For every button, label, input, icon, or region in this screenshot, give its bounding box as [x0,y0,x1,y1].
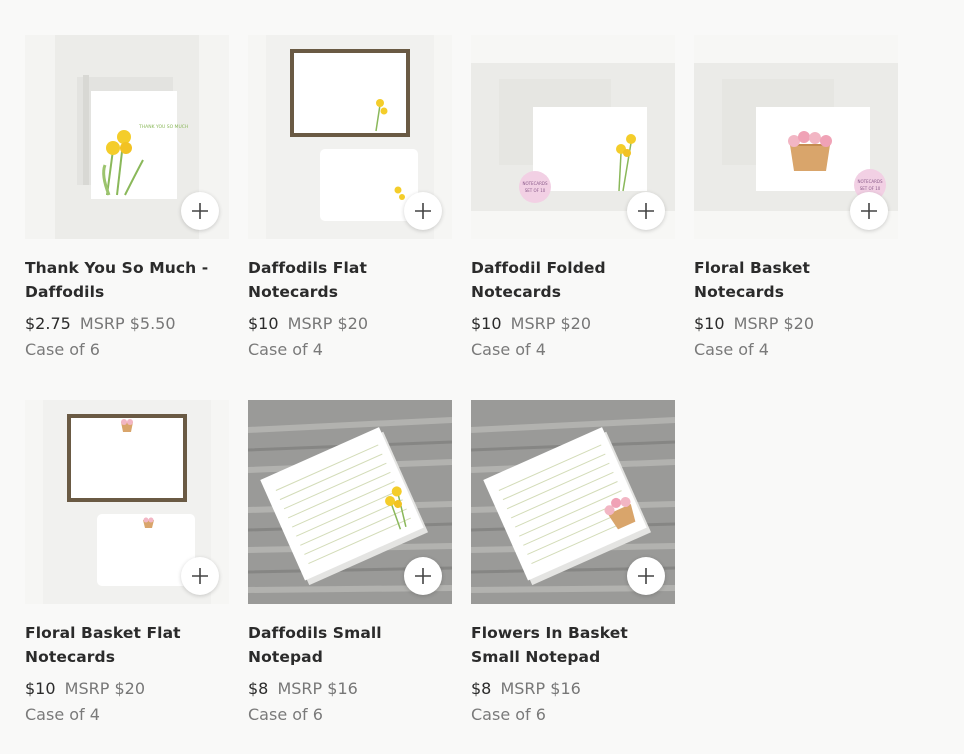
product-image[interactable] [248,35,452,239]
sticker-text: SET OF 10 [860,186,881,191]
product-title[interactable]: Floral Basket Flat Notecards [25,621,229,669]
plus-icon [638,203,654,219]
price-row: $10 MSRP $20 [248,312,452,336]
product-card: NOTECARDS SET OF 10 Daffodil Folded Note… [471,35,675,362]
product-msrp: MSRP $20 [733,314,814,333]
product-card: NOTECARDS SET OF 10 Floral Basket Noteca… [694,35,898,362]
card-text: THANK YOU SO MUCH [138,124,188,130]
plus-icon [861,203,877,219]
product-msrp: MSRP $20 [64,679,145,698]
product-title[interactable]: Floral Basket Notecards [694,256,898,304]
product-card: Floral Basket Flat Notecards $10 MSRP $2… [25,400,229,727]
price-row: $10 MSRP $20 [694,312,898,336]
plus-icon [415,203,431,219]
plus-icon [192,203,208,219]
case-quantity: Case of 4 [694,340,769,359]
product-msrp: MSRP $16 [277,679,358,698]
product-card: THANK YOU SO MUCH Thank You So Much - Da… [25,35,229,362]
product-title[interactable]: Daffodils Small Notepad [248,621,452,669]
product-msrp: MSRP $16 [500,679,581,698]
product-title[interactable]: Thank You So Much - Daffodils [25,256,229,304]
product-image[interactable]: THANK YOU SO MUCH [25,35,229,239]
price-row: $10 MSRP $20 [25,677,229,701]
case-quantity: Case of 6 [471,705,546,724]
case-quantity: Case of 4 [248,340,323,359]
product-price: $10 [248,314,279,333]
add-to-cart-button[interactable] [181,557,219,595]
product-price: $10 [471,314,502,333]
product-title[interactable]: Daffodil Folded Notecards [471,256,675,304]
product-card: Flowers In Basket Small Notepad $8 MSRP … [471,400,675,727]
product-price: $8 [248,679,269,698]
add-to-cart-button[interactable] [627,557,665,595]
product-price: $10 [25,679,56,698]
product-msrp: MSRP $20 [287,314,368,333]
price-row: $2.75 MSRP $5.50 [25,312,229,336]
product-card: Daffodils Flat Notecards $10 MSRP $20 Ca… [248,35,452,362]
product-msrp: MSRP $20 [510,314,591,333]
sticker-text: NOTECARDS [857,179,883,184]
add-to-cart-button[interactable] [627,192,665,230]
sticker-text: SET OF 10 [525,188,546,193]
product-image[interactable] [471,400,675,604]
add-to-cart-button[interactable] [404,192,442,230]
case-quantity: Case of 6 [248,705,323,724]
sticker-text: NOTECARDS [522,181,548,186]
product-msrp: MSRP $5.50 [79,314,176,333]
plus-icon [415,568,431,584]
product-card: Daffodils Small Notepad $8 MSRP $16 Case… [248,400,452,727]
product-title[interactable]: Flowers In Basket Small Notepad [471,621,675,669]
product-price: $10 [694,314,725,333]
add-to-cart-button[interactable] [181,192,219,230]
case-quantity: Case of 4 [471,340,546,359]
product-image[interactable] [248,400,452,604]
case-quantity: Case of 6 [25,340,100,359]
case-quantity: Case of 4 [25,705,100,724]
product-price: $8 [471,679,492,698]
add-to-cart-button[interactable] [404,557,442,595]
price-row: $8 MSRP $16 [248,677,452,701]
product-image[interactable] [25,400,229,604]
product-price: $2.75 [25,314,71,333]
price-row: $10 MSRP $20 [471,312,675,336]
add-to-cart-button[interactable] [850,192,888,230]
product-image[interactable]: NOTECARDS SET OF 10 [694,35,898,239]
price-row: $8 MSRP $16 [471,677,675,701]
plus-icon [638,568,654,584]
product-image[interactable]: NOTECARDS SET OF 10 [471,35,675,239]
plus-icon [192,568,208,584]
product-title[interactable]: Daffodils Flat Notecards [248,256,452,304]
